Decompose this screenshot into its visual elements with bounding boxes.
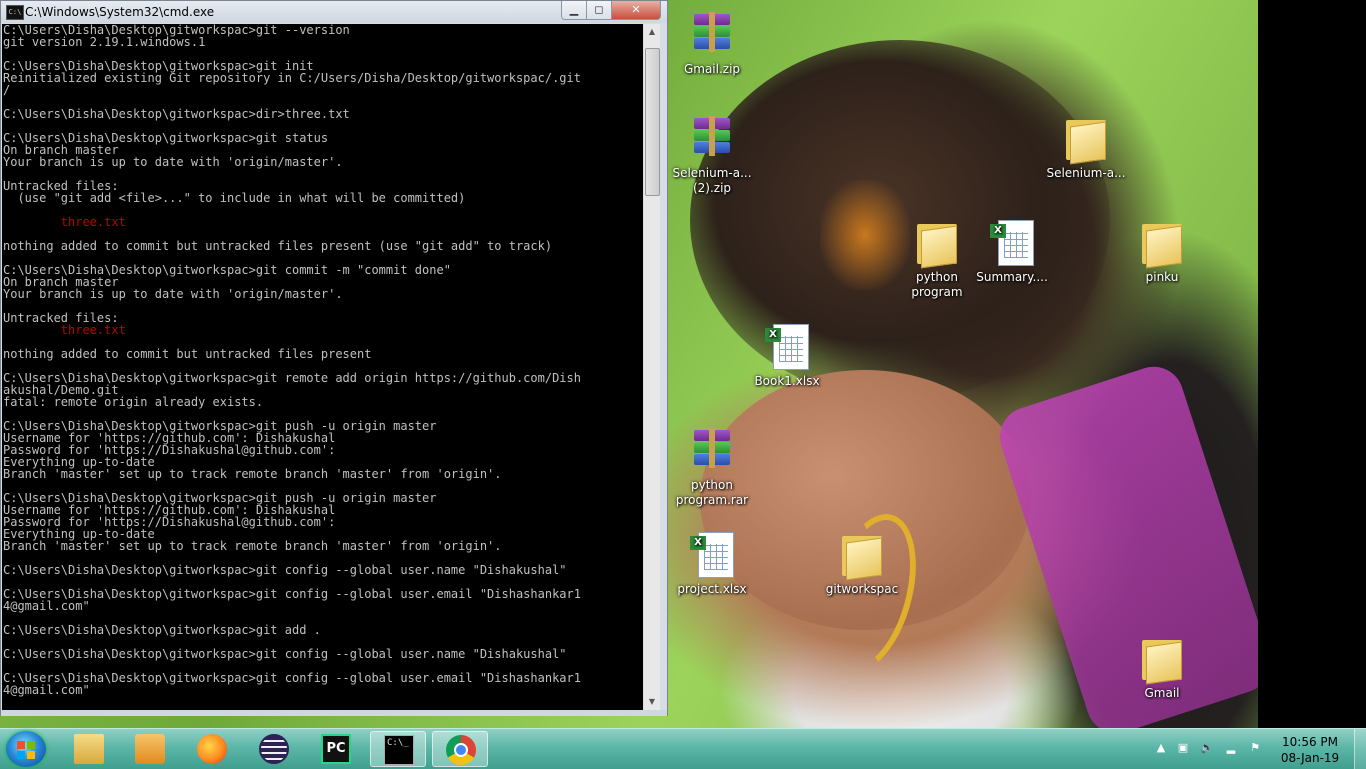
pycharm-icon: PC — [321, 734, 351, 764]
winrar-archive-icon — [688, 426, 736, 474]
windows-logo-icon — [17, 741, 25, 749]
console-line: fatal: remote origin already exists. — [3, 395, 264, 409]
desktop-icon-book1[interactable]: X Book1.xlsx — [745, 322, 829, 389]
windows-logo-icon — [17, 751, 25, 759]
console-line: git version 2.19.1.windows.1 — [3, 35, 206, 49]
network-adapter-icon[interactable]: ▣ — [1176, 741, 1190, 755]
media-icon — [135, 734, 165, 764]
winrar-archive-icon — [688, 10, 736, 58]
console-line: three.txt — [3, 323, 126, 337]
console-line: Your branch is up to date with 'origin/m… — [3, 287, 343, 301]
cmd-icon: C:\ — [6, 5, 24, 20]
taskbar-pycharm[interactable]: PC — [308, 731, 364, 767]
scrollbar-thumb[interactable] — [645, 48, 660, 196]
desktop-icon-selenium-folder[interactable]: Selenium-a... — [1044, 114, 1128, 181]
desktop-icon-python-program[interactable]: python program — [895, 218, 979, 300]
folder-icon — [1138, 634, 1186, 685]
desktop-icon-pinku[interactable]: pinku — [1120, 218, 1204, 285]
scroll-down-arrow-icon[interactable]: ▼ — [644, 694, 660, 710]
clock-date: 08-Jan-19 — [1280, 751, 1340, 765]
taskbar-chrome[interactable] — [432, 731, 488, 767]
maximize-button[interactable]: ◻ — [586, 1, 612, 20]
show-desktop-button[interactable] — [1354, 729, 1366, 769]
console-line: C:\Users\Disha\Desktop\gitworkspac>git c… — [3, 647, 567, 661]
console-line: three.txt — [3, 215, 126, 229]
show-hidden-icons-arrow-icon[interactable]: ▲ — [1154, 741, 1168, 755]
scroll-up-arrow-icon[interactable]: ▲ — [644, 24, 660, 40]
console-line: 4@gmail.com" — [3, 599, 90, 613]
console-line: nothing added to commit but untracked fi… — [3, 239, 553, 253]
desktop-icon-label: Summary.... — [976, 270, 1048, 284]
desktop-icon-label: python program.rar — [675, 478, 749, 507]
windows-logo-icon — [27, 741, 35, 749]
desktop-icon-gmail-folder[interactable]: Gmail — [1120, 634, 1204, 701]
taskbar-file-explorer[interactable] — [61, 731, 117, 767]
taskbar-clock[interactable]: 10:56 PM 08-Jan-19 — [1272, 734, 1348, 766]
console-line: / — [3, 83, 11, 97]
chrome-icon — [446, 735, 476, 765]
eclipse-icon — [259, 734, 289, 764]
desktop-icon-gmail-zip[interactable]: Gmail.zip — [670, 10, 754, 77]
desktop-icon-label: Selenium-a... — [1046, 166, 1126, 180]
folder-icon — [74, 734, 104, 764]
desktop-icon-selenium-zip[interactable]: Selenium-a... (2).zip — [670, 114, 754, 196]
taskbar-eclipse[interactable] — [246, 731, 302, 767]
desktop-icon-label: Gmail.zip — [683, 62, 741, 76]
firefox-icon — [197, 734, 227, 764]
console-line: nothing added to commit but untracked fi… — [3, 347, 372, 361]
desktop-icon-label: Gmail — [1144, 686, 1180, 700]
excel-file-icon: X — [688, 530, 736, 578]
folder-icon — [913, 218, 961, 269]
console-line: Your branch is up to date with 'origin/m… — [3, 155, 343, 169]
console-text: C:\Users\Disha\Desktop\gitworkspac>git -… — [2, 24, 643, 696]
start-button[interactable] — [6, 731, 46, 767]
cmd-window[interactable]: C:\ C:\Windows\System32\cmd.exe ▁ ◻ ✕ C:… — [0, 0, 668, 716]
minimize-button[interactable]: ▁ — [561, 1, 587, 20]
clock-time: 10:56 PM — [1282, 735, 1338, 749]
desktop-icon-label: pinku — [1145, 270, 1179, 284]
excel-file-icon: X — [988, 218, 1036, 266]
vertical-scrollbar[interactable]: ▲ ▼ — [644, 24, 660, 710]
console-line: C:\Users\Disha\Desktop\gitworkspac>git c… — [3, 563, 567, 577]
console-line: C:\Users\Disha\Desktop\gitworkspac>dir>t… — [3, 107, 350, 121]
desktop-icon-gitworkspac[interactable]: gitworkspac — [820, 530, 904, 597]
console-line: (use "git add <file>..." to include in w… — [3, 191, 466, 205]
volume-icon[interactable]: 🔈 — [1200, 741, 1214, 755]
taskbar-cmd[interactable]: C:\_ — [370, 731, 426, 767]
taskbar-firefox[interactable] — [184, 731, 240, 767]
desktop-icon-label: python program — [911, 270, 963, 299]
console-line: Reinitialized existing Git repository in… — [3, 71, 581, 85]
desktop-icon-label: project.xlsx — [677, 582, 747, 596]
console-line: C:\Users\Disha\Desktop\gitworkspac>git a… — [3, 623, 321, 637]
desktop-icon-label: Book1.xlsx — [754, 374, 820, 388]
window-titlebar[interactable]: C:\ C:\Windows\System32\cmd.exe ▁ ◻ ✕ — [1, 1, 667, 23]
action-center-flag-icon[interactable]: ⚑ — [1248, 741, 1262, 755]
signal-icon[interactable]: ▂ — [1224, 741, 1238, 755]
console-line: 4@gmail.com" — [3, 683, 90, 697]
cmd-icon: C:\_ — [384, 735, 414, 765]
winrar-archive-icon — [688, 114, 736, 162]
excel-file-icon: X — [763, 322, 811, 370]
console-line: Branch 'master' set up to track remote b… — [3, 539, 502, 553]
folder-icon — [1138, 218, 1186, 269]
window-title: C:\Windows\System32\cmd.exe — [25, 5, 215, 19]
desktop-icon-label: gitworkspac — [825, 582, 899, 596]
desktop-icon-python-rar[interactable]: python program.rar — [670, 426, 754, 508]
console-output[interactable]: C:\Users\Disha\Desktop\gitworkspac>git -… — [2, 24, 643, 710]
desktop-icon-project[interactable]: X project.xlsx — [670, 530, 754, 597]
folder-icon — [838, 530, 886, 581]
wallpaper-edge — [1258, 0, 1366, 728]
close-button[interactable]: ✕ — [611, 1, 661, 20]
window-bottom-border — [1, 710, 667, 716]
windows-logo-icon — [27, 751, 35, 759]
desktop-icon-summary[interactable]: X Summary.... — [970, 218, 1054, 285]
desktop-icon-label: Selenium-a... (2).zip — [672, 166, 752, 195]
taskbar: PC C:\_ ▲ ▣ 🔈 ▂ ⚑ 10:56 PM 08-Jan-19 — [0, 728, 1366, 769]
taskbar-media-player[interactable] — [122, 731, 178, 767]
console-line: Branch 'master' set up to track remote b… — [3, 467, 502, 481]
folder-icon — [1062, 114, 1110, 165]
